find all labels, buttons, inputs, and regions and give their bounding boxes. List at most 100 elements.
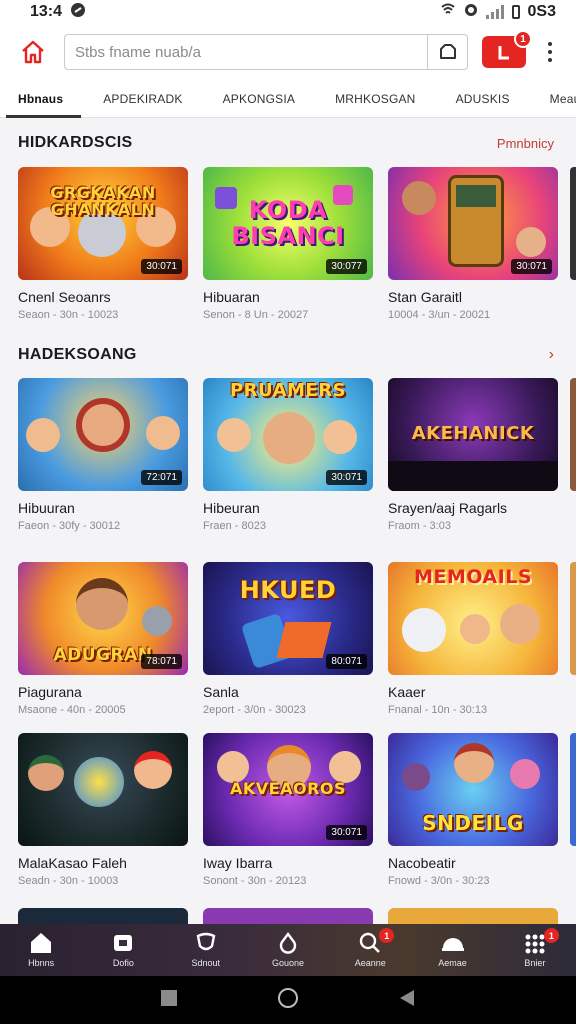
status-right-text: 0S3 bbox=[527, 3, 556, 20]
notification-badge: 1 bbox=[514, 30, 532, 48]
drop-icon bbox=[279, 932, 297, 954]
duration-badge: 30:071 bbox=[141, 259, 182, 274]
video-card[interactable]: 30:071 Stan Garaitl 10004 - 3/un - 20021 bbox=[388, 167, 558, 321]
nav-label: Aeanne bbox=[354, 958, 386, 968]
thumbnail: MEMOAILS bbox=[388, 562, 558, 675]
nav-label: Hbnns bbox=[28, 958, 55, 968]
video-meta: Seadn - 30n - 10003 bbox=[18, 875, 119, 887]
more-options-icon[interactable] bbox=[540, 42, 560, 62]
video-card[interactable]: MalaKasao Faleh Seadn - 30n - 10003 bbox=[18, 733, 188, 887]
video-title: MalaKasao Faleh bbox=[18, 855, 127, 871]
tab-home[interactable]: Hbnaus bbox=[5, 80, 82, 118]
see-more-link[interactable]: Pmnbnicy bbox=[497, 136, 554, 151]
tab-2[interactable]: APDEKIRADK bbox=[103, 80, 182, 118]
video-title: Piagurana bbox=[18, 684, 82, 700]
video-card[interactable]: AKEHANICK Srayen/aaj Ragarls Fraom - 3:0… bbox=[388, 378, 558, 532]
nav-library[interactable]: Dofio bbox=[91, 932, 155, 968]
duration-badge: 72:071 bbox=[141, 470, 182, 485]
thumbnail: AKVEAOROS 30:071 bbox=[203, 733, 373, 846]
thumbnail-logo: GRGKAKAN GHANKALN bbox=[50, 182, 156, 219]
video-meta: Msaone - 40n - 20005 bbox=[18, 704, 126, 716]
duration-badge: 30:071 bbox=[511, 259, 552, 274]
nav-shield[interactable]: Sdnout bbox=[174, 932, 238, 968]
status-time: 13:4 bbox=[30, 3, 63, 20]
chevron-right-icon[interactable]: › bbox=[549, 346, 554, 364]
video-card[interactable]: ADUGRAN 78:071 Piagurana Msaone - 40n - … bbox=[18, 562, 188, 716]
duration-badge: 80:071 bbox=[326, 654, 367, 669]
nav-badge: 1 bbox=[543, 928, 559, 943]
thumbnail: SNDEILG bbox=[388, 733, 558, 846]
video-meta: Faeon - 30fy - 30012 bbox=[18, 520, 121, 532]
camera-search-button[interactable] bbox=[427, 35, 467, 69]
tab-5[interactable]: ADUSKIS bbox=[456, 80, 510, 118]
video-card[interactable]: AKVEAOROS 30:071 Iway Ibarra Sonont - 30… bbox=[203, 733, 373, 887]
video-title: Hibuuran bbox=[18, 500, 75, 516]
nav-drop[interactable]: Gouone bbox=[256, 932, 320, 968]
notifications-button[interactable]: 1 bbox=[482, 30, 532, 68]
partial-thumbnail bbox=[388, 908, 558, 924]
video-title: Hibuaran bbox=[203, 289, 260, 305]
battery-icon bbox=[511, 5, 520, 19]
thumbnail: 30:071 bbox=[388, 167, 558, 280]
section-2-header: HADEKSOANG › bbox=[18, 346, 554, 364]
nav-label: Dofio bbox=[112, 958, 134, 968]
video-meta: Senon - 8 Un - 20027 bbox=[203, 309, 309, 321]
duration-badge: 30:071 bbox=[326, 470, 367, 485]
category-tabs: Hbnaus APDEKIRADK APKONGSIA MRHKOSGAN AD… bbox=[0, 80, 576, 118]
nav-chat[interactable]: 1 Aeanne bbox=[338, 928, 402, 968]
recents-icon[interactable] bbox=[160, 989, 178, 1012]
search-input[interactable] bbox=[65, 35, 427, 69]
video-card[interactable]: KODA BISANCI 30:077 Hibuaran Senon - 8 U… bbox=[203, 167, 373, 321]
video-title: Hibeuran bbox=[203, 500, 260, 516]
thumbnail-logo: AKEHANICK bbox=[411, 423, 535, 445]
video-title: Nacobeatir bbox=[388, 855, 456, 871]
thumbnail: 72:071 bbox=[18, 378, 188, 491]
search-bar bbox=[64, 34, 468, 70]
video-card[interactable]: SNDEILG Nacobeatir Fnowd - 3/0n - 30:23 bbox=[388, 733, 558, 887]
duration-badge: 30:071 bbox=[326, 825, 367, 840]
thumbnail-logo: KODA BISANCI bbox=[231, 196, 345, 250]
next-card-peek bbox=[570, 562, 576, 675]
thumbnail-logo: SNDEILG bbox=[422, 811, 524, 835]
nav-label: Aemae bbox=[438, 958, 467, 968]
tab-6[interactable]: Meauss bbox=[550, 80, 576, 118]
thumbnail: PRUAMERS 30:071 bbox=[203, 378, 373, 491]
video-card[interactable]: MEMOAILS Kaaer Fnanal - 10n - 30:13 bbox=[388, 562, 558, 716]
video-card[interactable]: 72:071 Hibuuran Faeon - 30fy - 30012 bbox=[18, 378, 188, 532]
video-meta: Fraen - 8023 bbox=[203, 520, 266, 532]
top-bar: 1 bbox=[0, 24, 576, 80]
thumbnail-logo: HKUED bbox=[239, 576, 337, 604]
duration-badge: 78:071 bbox=[141, 654, 182, 669]
back-icon[interactable] bbox=[398, 989, 416, 1012]
video-card[interactable]: HKUED 80:071 Sanla 2eport - 3/0n - 30023 bbox=[203, 562, 373, 716]
video-card[interactable]: PRUAMERS 30:071 Hibeuran Fraen - 8023 bbox=[203, 378, 373, 532]
signal-icon bbox=[485, 5, 504, 19]
nav-badge: 1 bbox=[379, 928, 395, 943]
nav-helmet[interactable]: Aemae bbox=[421, 932, 485, 968]
home-circle-icon[interactable] bbox=[277, 987, 299, 1014]
video-meta: Fnowd - 3/0n - 30:23 bbox=[388, 875, 490, 887]
thumbnail bbox=[18, 733, 188, 846]
section-1-header: HIDKARDSCIS Pmnbnicy bbox=[18, 134, 554, 152]
thumbnail-logo: MEMOAILS bbox=[414, 566, 532, 588]
next-card-peek bbox=[570, 733, 576, 846]
tab-4[interactable]: MRHKOSGAN bbox=[335, 80, 415, 118]
home-icon bbox=[22, 40, 44, 64]
video-card[interactable]: GRGKAKAN GHANKALN 30:071 Cnenl Seoanrs S… bbox=[18, 167, 188, 321]
partial-thumbnail bbox=[18, 908, 188, 924]
thumbnail-logo: AKVEAOROS bbox=[229, 779, 347, 798]
tab-3[interactable]: APKONGSIA bbox=[223, 80, 296, 118]
nav-grid[interactable]: 1 Bnier bbox=[503, 928, 567, 968]
video-meta: 2eport - 3/0n - 30023 bbox=[203, 704, 306, 716]
video-meta: Fnanal - 10n - 30:13 bbox=[388, 704, 488, 716]
home-button[interactable] bbox=[16, 35, 50, 69]
video-title: Cnenl Seoanrs bbox=[18, 289, 111, 305]
thumbnail: AKEHANICK bbox=[388, 378, 558, 491]
camera-icon bbox=[439, 44, 456, 59]
next-card-peek bbox=[570, 167, 576, 280]
thumbnail-logo: PRUAMERS bbox=[229, 380, 347, 401]
clock-icon bbox=[498, 46, 509, 60]
nav-home[interactable]: Hbnns bbox=[9, 932, 73, 968]
library-icon bbox=[114, 935, 133, 951]
section-title: HADEKSOANG bbox=[18, 346, 137, 363]
